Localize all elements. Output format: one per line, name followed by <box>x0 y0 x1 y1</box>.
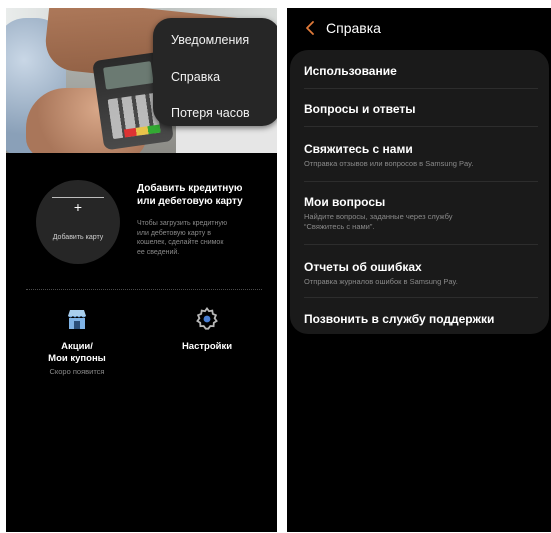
menu-item-help[interactable]: Справка <box>171 70 220 84</box>
list-divider <box>304 88 538 89</box>
help-item-title: Отчеты об ошибках <box>304 260 422 274</box>
help-item-faq[interactable]: Вопросы и ответы <box>304 102 536 116</box>
help-item-my-questions[interactable]: Мои вопросы Найдите вопросы, заданные че… <box>304 195 536 231</box>
list-divider <box>304 297 538 298</box>
settings-label: Настройки <box>181 341 233 352</box>
add-card-title: Добавить кредитную или дебетовую карту <box>137 182 267 208</box>
help-item-title: Вопросы и ответы <box>304 102 416 116</box>
help-screen: Справка Использование Вопросы и ответы С… <box>287 8 551 532</box>
help-item-subtitle-line: “Свяжитесь с нами”. <box>304 221 375 231</box>
promotions-label: Акции/ Мои купоны <box>32 341 122 365</box>
list-divider <box>304 244 538 245</box>
settings-tile[interactable]: Настройки <box>162 306 252 353</box>
help-item-subtitle: Отправка журналов ошибок в Samsung Pay. <box>304 277 458 286</box>
coming-soon-label: Скоро появится <box>49 367 105 376</box>
help-item-title: Свяжитесь с нами <box>304 142 413 156</box>
add-card-desc-line: или дебетовую карту в <box>137 229 211 237</box>
help-options-list: Использование Вопросы и ответы Свяжитесь… <box>290 50 549 334</box>
section-divider <box>26 289 262 290</box>
list-divider <box>304 126 538 127</box>
terminal-screen <box>103 61 154 90</box>
help-item-contact-us[interactable]: Свяжитесь с нами Отправка отзывов или во… <box>304 142 536 169</box>
add-card-button[interactable]: + Добавить карту <box>36 180 120 264</box>
add-card-desc-line: Чтобы загрузить кредитную <box>137 220 228 227</box>
promotions-label-line: Мои купоны <box>48 353 106 364</box>
add-card-desc-line: кошелек, сделайте снимок <box>137 239 224 246</box>
gear-icon <box>196 306 218 330</box>
menu-item-lost-watch[interactable]: Потеря часов <box>171 106 250 120</box>
help-item-usage[interactable]: Использование <box>304 64 536 78</box>
promotions-coupons-tile[interactable]: Акции/ Мои купоны Скоро появится <box>32 306 122 376</box>
help-item-subtitle: Найдите вопросы, заданные через службу “… <box>304 212 536 231</box>
app-bar: Справка <box>287 8 551 50</box>
promotions-label-line: Акции/ <box>61 341 93 352</box>
add-card-description: Чтобы загрузить кредитную или дебетовую … <box>137 219 262 257</box>
menu-item-notifications[interactable]: Уведомления <box>171 33 249 47</box>
add-card-label: Добавить карту <box>52 234 104 241</box>
page-title: Справка <box>326 20 381 36</box>
overflow-popup-menu: Уведомления Справка Потеря часов <box>153 18 277 126</box>
help-item-subtitle-line: Найдите вопросы, заданные через службу <box>304 212 453 221</box>
samsung-pay-home-screen: Уведомления Справка Потеря часов + Добав… <box>6 8 277 532</box>
help-item-title: Использование <box>304 64 397 78</box>
help-item-error-reports[interactable]: Отчеты об ошибках Отправка журналов ошиб… <box>304 260 536 287</box>
add-card-title-line: Добавить кредитную <box>137 183 243 194</box>
store-icon <box>68 310 86 329</box>
chevron-left-icon[interactable] <box>303 20 317 36</box>
add-card-desc-line: ее сведений. <box>137 248 180 256</box>
list-divider <box>304 181 538 182</box>
plus-icon: + <box>73 199 83 215</box>
help-item-title: Позвонить в службу поддержки <box>304 312 495 326</box>
add-card-title-line: или дебетовую карту <box>137 196 243 207</box>
help-item-call-support[interactable]: Позвонить в службу поддержки <box>304 312 536 326</box>
help-item-subtitle: Отправка отзывов или вопросов в Samsung … <box>304 159 474 168</box>
help-item-title: Мои вопросы <box>304 195 386 209</box>
